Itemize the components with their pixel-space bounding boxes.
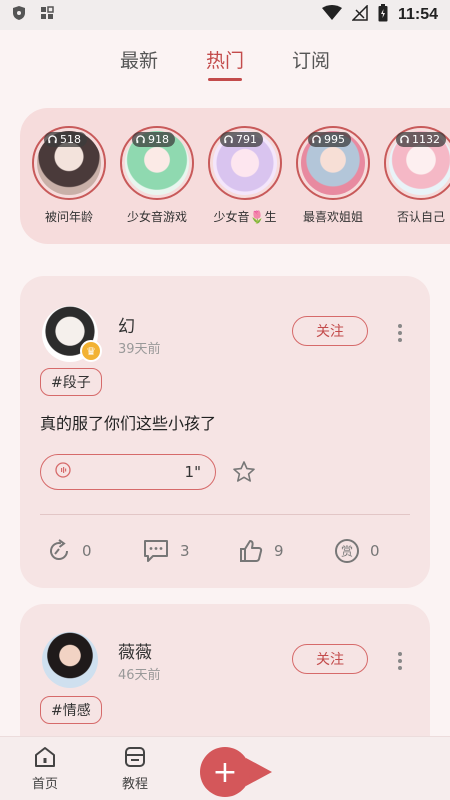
story-item[interactable]: 1132 否认自己 — [384, 126, 450, 244]
reward-count: 0 — [370, 542, 380, 560]
story-avatar: 518 — [32, 126, 106, 200]
no-signal-icon — [351, 4, 368, 25]
add-post-button[interactable]: + — [200, 747, 250, 797]
reward-icon: 赏 — [335, 539, 359, 563]
sound-wave-icon — [55, 462, 71, 482]
story-item[interactable]: 918 少女音游戏 — [120, 126, 194, 244]
battery-icon — [378, 4, 388, 26]
story-name: 否认自己 — [396, 210, 445, 224]
headphones-icon — [400, 135, 409, 144]
listen-count-badge: 1132 — [396, 132, 446, 147]
story-item[interactable]: 518 被问年龄 — [32, 126, 106, 244]
like-count: 9 — [274, 542, 284, 560]
headphones-icon — [48, 135, 57, 144]
listen-count-badge: 995 — [308, 132, 351, 147]
wifi-icon — [321, 5, 342, 25]
post-card: ♛ 幻 39天前 关注 #段子 真的服了你们这些小孩了 1" 0 3 9 赏 0 — [20, 276, 430, 588]
post-actions: 0 3 9 赏 0 — [46, 538, 404, 564]
listen-count-badge: 518 — [44, 132, 87, 147]
user-avatar[interactable] — [42, 632, 98, 688]
follow-button[interactable]: 关注 — [292, 316, 368, 346]
nav-home-label: 首页 — [31, 777, 58, 792]
bottom-nav: 首页 教程 + — [0, 736, 450, 800]
clock: 11:54 — [397, 6, 438, 23]
story-name: 最喜欢姐姐 — [302, 210, 363, 224]
tab-subscribe[interactable]: 订阅 — [292, 40, 330, 73]
tab-latest[interactable]: 最新 — [120, 40, 158, 73]
headphones-icon — [224, 135, 233, 144]
story-avatar: 995 — [296, 126, 370, 200]
listen-count-badge: 918 — [132, 132, 175, 147]
svg-text:赏: 赏 — [341, 545, 353, 559]
story-name: 被问年龄 — [44, 210, 93, 224]
story-item[interactable]: 995 最喜欢姐姐 — [296, 126, 370, 244]
post-text: 真的服了你们这些小孩了 — [40, 414, 217, 433]
nav-home[interactable]: 首页 — [20, 745, 70, 792]
post-time: 46天前 — [118, 668, 161, 683]
headphones-icon — [136, 135, 145, 144]
top-tabs: 最新 热门 订阅 — [0, 40, 450, 84]
more-options-icon[interactable] — [396, 652, 404, 670]
story-avatar: 791 — [208, 126, 282, 200]
nav-tutorial-label: 教程 — [121, 777, 148, 792]
post-tag[interactable]: #段子 — [40, 368, 102, 396]
story-item[interactable]: 791 少女音🌷生 — [208, 126, 282, 244]
like-button[interactable]: 9 — [238, 538, 308, 564]
story-avatar: 1132 — [384, 126, 450, 200]
headphones-icon — [312, 135, 321, 144]
divider — [40, 514, 410, 515]
post-time: 39天前 — [118, 342, 161, 357]
grid-icon — [40, 6, 54, 24]
repost-button[interactable]: 0 — [46, 538, 116, 564]
listen-count-badge: 791 — [220, 132, 263, 147]
repost-count: 0 — [82, 542, 92, 560]
username[interactable]: 幻 — [118, 312, 135, 337]
story-name: 少女音🌷生 — [213, 210, 277, 224]
star-icon[interactable] — [232, 460, 256, 488]
home-icon — [35, 747, 55, 767]
tutorial-icon — [125, 747, 145, 767]
post-tag[interactable]: #情感 — [40, 696, 102, 724]
username[interactable]: 薇薇 — [118, 638, 152, 663]
follow-button[interactable]: 关注 — [292, 644, 368, 674]
crown-icon: ♛ — [80, 340, 102, 362]
thumbs-up-icon — [240, 540, 263, 562]
voice-player[interactable]: 1" — [40, 454, 216, 490]
user-avatar[interactable]: ♛ — [42, 306, 102, 362]
reward-button[interactable]: 赏 0 — [334, 538, 404, 564]
story-avatar: 918 — [120, 126, 194, 200]
shield-icon — [12, 5, 26, 25]
voice-duration: 1" — [184, 463, 201, 481]
topic-stories-row: 518 被问年龄 918 少女音游戏 791 少女音🌷生 995 最喜欢姐姐 1… — [20, 108, 450, 244]
story-name: 少女音游戏 — [126, 210, 187, 224]
more-options-icon[interactable] — [396, 324, 404, 342]
tab-hot[interactable]: 热门 — [206, 40, 244, 73]
status-bar: 11:54 — [0, 0, 450, 30]
nav-tutorial[interactable]: 教程 — [110, 745, 160, 792]
comment-icon — [144, 540, 168, 562]
repost-icon — [50, 539, 69, 560]
comment-count: 3 — [180, 542, 190, 560]
comment-button[interactable]: 3 — [142, 538, 212, 564]
